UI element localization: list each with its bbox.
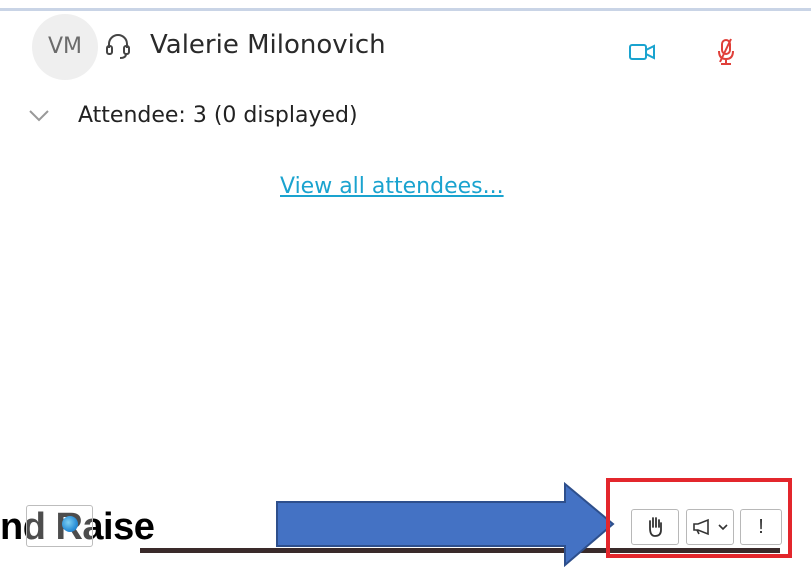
caption-thumbnail bbox=[26, 505, 93, 547]
attendee-row[interactable]: VM Valerie Milonovich bbox=[32, 14, 792, 80]
chevron-down-icon[interactable] bbox=[28, 107, 50, 125]
raise-hand-button[interactable] bbox=[631, 509, 679, 545]
raise-hand-icon bbox=[649, 517, 662, 537]
more-options-button[interactable]: ! bbox=[740, 509, 782, 545]
attendee-section-header[interactable]: Attendee: 3 (0 displayed) bbox=[28, 101, 528, 135]
mic-muted-icon[interactable] bbox=[716, 38, 736, 66]
video-camera-icon[interactable] bbox=[629, 43, 655, 61]
arrow-annotation-icon bbox=[276, 482, 615, 567]
attendee-count-label: Attendee: 3 (0 displayed) bbox=[78, 103, 358, 128]
announcement-dropdown-button[interactable] bbox=[686, 509, 734, 545]
headset-icon bbox=[106, 34, 130, 59]
attendee-name: Valerie Milonovich bbox=[150, 30, 386, 60]
megaphone-icon bbox=[693, 518, 709, 536]
window-top-edge bbox=[0, 0, 811, 11]
chevron-down-icon bbox=[718, 524, 728, 531]
view-all-attendees-link[interactable]: View all attendees... bbox=[280, 174, 504, 199]
logo-icon bbox=[62, 516, 78, 532]
avatar: VM bbox=[32, 14, 98, 80]
